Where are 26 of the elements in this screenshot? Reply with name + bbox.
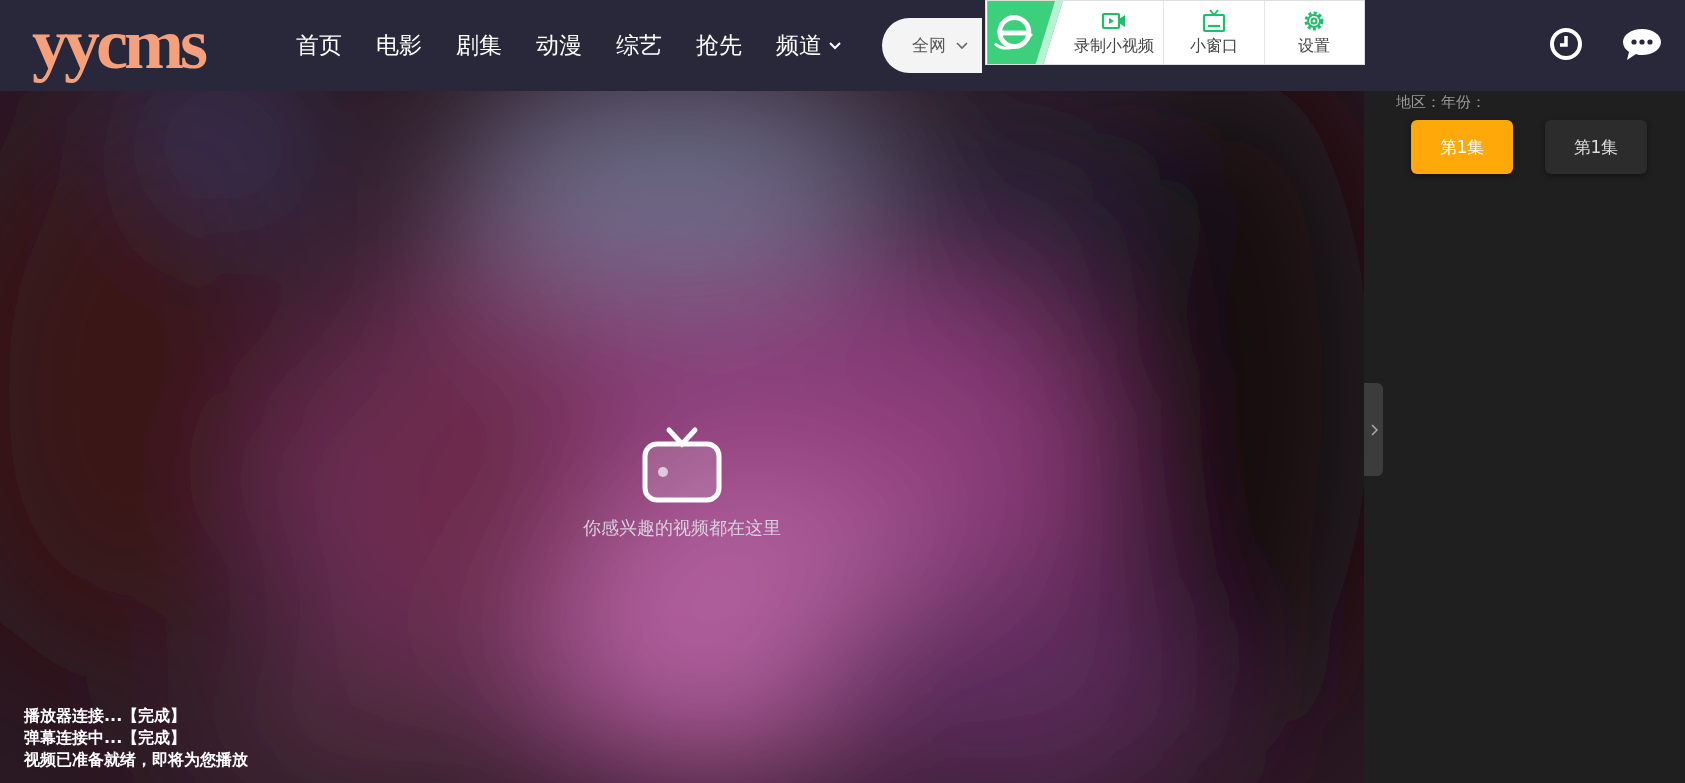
sidebar-toggle-handle[interactable] [1364, 383, 1383, 476]
nav-link[interactable]: 剧集 [456, 30, 502, 61]
nav-link[interactable]: 综艺 [616, 30, 662, 61]
chevron-down-icon [956, 41, 968, 50]
nav-link[interactable]: 首页 [296, 30, 342, 61]
chevron-right-icon [1369, 423, 1378, 436]
player-hint-text: 你感兴趣的视频都在这里 [583, 516, 781, 540]
nav-link[interactable]: 抢先 [696, 30, 742, 61]
status-message: 播放器连接...【完成】 [24, 705, 188, 727]
toolbar-button[interactable]: 录制小视频 [1064, 1, 1164, 64]
nav-link[interactable]: 频道 [776, 30, 842, 61]
site-logo[interactable]: yycms [32, 0, 268, 88]
search-field[interactable]: 全网 [882, 18, 982, 73]
clock-icon[interactable] [1549, 27, 1583, 61]
chat-icon[interactable] [1621, 26, 1663, 62]
chevron-down-icon [828, 40, 842, 51]
search-scope[interactable]: 全网 [912, 34, 946, 57]
toolbar-button[interactable]: 小窗口 [1163, 1, 1264, 64]
status-message: 弹幕连接中...【完成】 [24, 727, 188, 749]
nav-link[interactable]: 电影 [376, 30, 422, 61]
info-text: 地区：年份： [1396, 93, 1487, 112]
status-message: 视频已准备就绪，即将为您播放 [24, 749, 248, 771]
episode-button[interactable]: 第1集 [1545, 120, 1647, 174]
toolbar-button[interactable]: 设置 [1263, 1, 1364, 64]
tv-icon [1201, 8, 1227, 33]
nav-link[interactable]: 动漫 [536, 30, 582, 61]
